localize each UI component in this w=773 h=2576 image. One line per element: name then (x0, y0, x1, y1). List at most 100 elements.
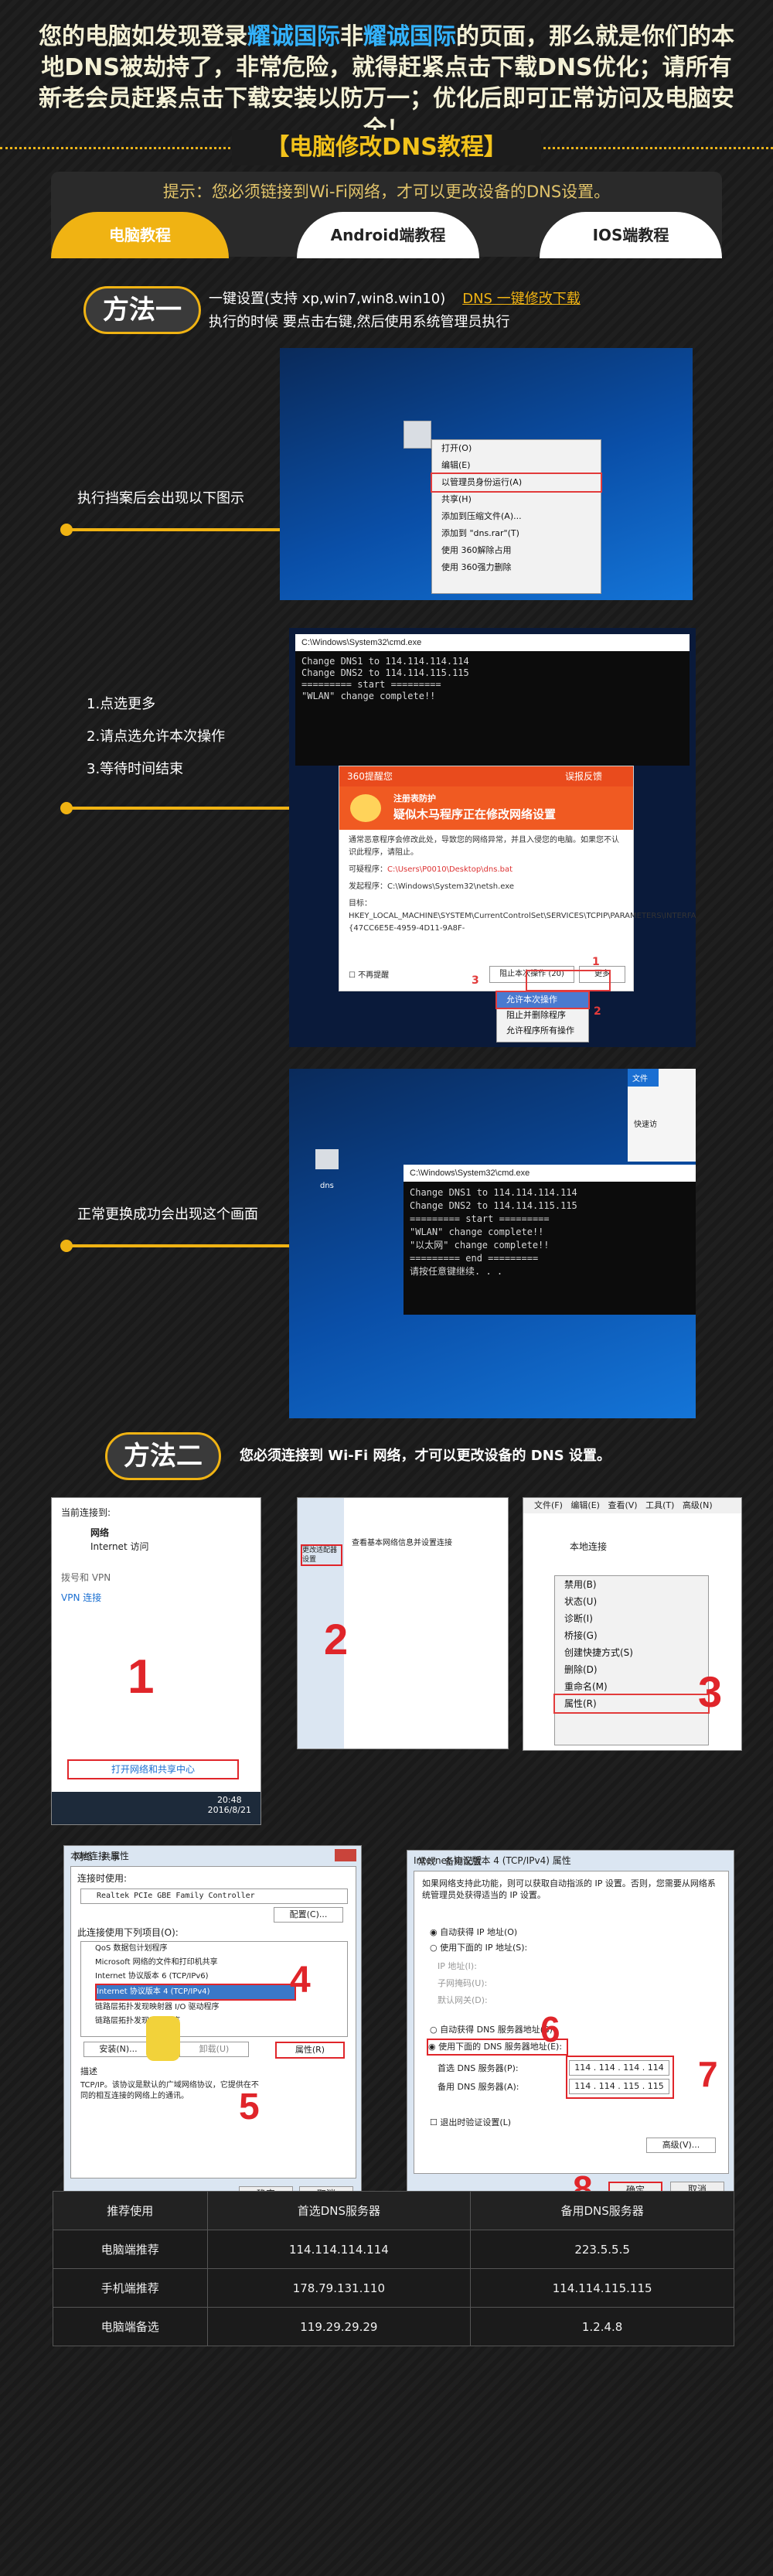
table-cell: 119.29.29.29 (206, 2307, 472, 2346)
menu-share[interactable]: 共享(H) (432, 491, 601, 508)
cmd-line: Change DNS1 to 114.114.114.114 (410, 1187, 577, 1198)
table-header: 备用DNS服务器 (470, 2191, 734, 2230)
mark-2: 2 (594, 1005, 601, 1018)
table-cell: 电脑端推荐 (53, 2230, 208, 2269)
advanced-button[interactable]: 高级(V)... (646, 2138, 716, 2153)
properties-button[interactable]: 属性(R) (275, 2042, 345, 2059)
menu-shortcut[interactable]: 创建快捷方式(S) (555, 1644, 708, 1661)
open-network-center-link[interactable]: 打开网络和共享中心 (67, 1759, 239, 1779)
file-icon (404, 421, 431, 449)
no-remind-checkbox[interactable]: ☐ 不再提醒 (349, 968, 389, 980)
menu-open[interactable]: 打开(O) (432, 440, 601, 457)
step2-label-3: 3.等待时间结束 (87, 761, 184, 777)
close-icon[interactable] (335, 1849, 356, 1861)
table-cell: 223.5.5.5 (470, 2230, 734, 2269)
target-label: 目标： (349, 899, 372, 908)
table-row: 电脑端备选 119.29.29.29 1.2.4.8 (53, 2307, 734, 2346)
menu-delete[interactable]: 删除(D) (555, 1661, 708, 1678)
menu-diagnose[interactable]: 诊断(I) (555, 1610, 708, 1627)
menu-360-delete[interactable]: 使用 360强力删除 (432, 559, 601, 576)
desktop-screenshot-1: 打开(O) 编辑(E) 以管理员身份运行(A) 共享(H) 添加到压缩文件(A)… (280, 348, 693, 600)
menu-edit[interactable]: 编辑(E) (432, 457, 601, 474)
description-label: 描述 (80, 2066, 97, 2076)
step-number: 6 (540, 2009, 560, 2049)
menu-edit[interactable]: 编辑(E) (570, 1500, 600, 1510)
dns-table: 推荐使用 首选DNS服务器 备用DNS服务器 电脑端推荐 114.114.114… (53, 2191, 734, 2346)
intro-text: 如果网络支持此功能，则可以获取自动指派的 IP 设置。否则，您需要从网络系统管理… (422, 1878, 716, 1900)
auto-dns-radio[interactable]: 自动获得 DNS 服务器地址(B) (440, 2025, 553, 2035)
quick-access[interactable]: 快速访 (628, 1087, 696, 1129)
list-item[interactable]: QoS 数据包计划程序 (95, 1942, 347, 1956)
gateway-label: 默认网关(D): (438, 1995, 488, 2005)
list-item[interactable]: 链路层拓扑发现映射器 I/O 驱动程序 (95, 2001, 347, 2015)
menu-rename[interactable]: 重命名(M) (555, 1678, 708, 1695)
tab-alternate[interactable]: 备用配置 (444, 1856, 482, 1867)
tab-android[interactable]: Android端教程 (297, 212, 479, 258)
vpn-item[interactable]: VPN 连接 (61, 1591, 101, 1605)
menu-add-archive[interactable]: 添加到压缩文件(A)... (432, 508, 601, 525)
banner-subtitle: 疑似木马程序正在修改网络设置 (393, 807, 557, 821)
list-item-ipv4[interactable]: Internet 协议版本 4 (TCP/IPv4) (95, 1984, 296, 2001)
cmd-line: Change DNS2 to 114.114.115.115 (410, 1200, 577, 1211)
menu-status[interactable]: 状态(U) (555, 1593, 708, 1610)
report-link[interactable]: 误报反馈 (565, 766, 602, 786)
tab-general[interactable]: 常规 (417, 1856, 436, 1867)
list-item[interactable]: 链路层拓扑发现响应程序 (95, 2015, 347, 2028)
cmd-line: Change DNS1 to 114.114.114.114 (301, 656, 469, 667)
menu-tools[interactable]: 工具(T) (645, 1500, 674, 1510)
method1-badge: 方法一 (75, 286, 201, 334)
allow-once[interactable]: 允许本次操作 (495, 991, 590, 1009)
menu-bridge[interactable]: 桥接(G) (555, 1627, 708, 1644)
menu-properties[interactable]: 属性(R) (553, 1694, 710, 1714)
menu-file[interactable]: 文件(F) (534, 1500, 563, 1510)
validate-checkbox[interactable]: 退出时验证设置(L) (440, 2117, 511, 2127)
brand-name: 耀诚国际 (247, 23, 340, 50)
desktop-icon-label: dns (320, 1182, 334, 1190)
menu-360-unlock[interactable]: 使用 360解除占用 (432, 542, 601, 559)
tab-ios[interactable]: IOS端教程 (540, 212, 722, 258)
manual-ip-radio[interactable]: 使用下面的 IP 地址(S): (440, 1943, 527, 1953)
block-delete[interactable]: 阻止并删除程序 (497, 1008, 588, 1023)
menu-advanced[interactable]: 高级(N) (683, 1500, 713, 1510)
network-access: Internet 访问 (90, 1541, 149, 1552)
adapter-context-menu: 禁用(B) 状态(U) 诊断(I) 桥接(G) 创建快捷方式(S) 删除(D) … (553, 1575, 710, 1745)
table-cell: 178.79.131.110 (206, 2268, 472, 2308)
description-text: TCP/IP。该协议是默认的广域网络协议，它提供在不同的相互连接的网络上的通讯。 (80, 2081, 259, 2100)
clock-date: 2016/8/21 (207, 1805, 251, 1815)
program-label: 可疑程序： (349, 865, 387, 874)
dialog-body: 通常恶意程序会修改此处，导致您的网络异常，并且入侵您的电脑。如果您不认识此程序，… (339, 830, 696, 940)
tab-pc[interactable]: 电脑教程 (51, 212, 229, 258)
configure-button[interactable]: 配置(C)... (274, 1907, 343, 1923)
cmd-line: ========= start ========= (410, 1213, 550, 1224)
items-label: 此连接使用下列项目(O): (77, 1927, 179, 1938)
menu-view[interactable]: 查看(V) (608, 1500, 637, 1510)
method2-description: 您必须连接到 Wi-Fi 网络，才可以更改设备的 DNS 设置。 (240, 1448, 611, 1464)
brand-name: 耀诚国际 (363, 23, 456, 50)
local-connection-properties: 本地连接 属性 网络 共享 连接时使用: Realtek PCIe GBE Fa… (63, 1845, 362, 2206)
highlight-box (526, 970, 611, 991)
explorer-tab[interactable]: 文件 (628, 1069, 659, 1087)
install-button[interactable]: 安装(N)... (83, 2042, 153, 2057)
tab-network[interactable]: 网络 (74, 1851, 93, 1862)
change-adapter-link[interactable]: 更改适配器设置 (301, 1544, 342, 1566)
desktop-screenshot-2: dns 文件 快速访 C:\Windows\System32\cmd.exe C… (289, 1069, 696, 1418)
step-number: 2 (324, 1615, 349, 1663)
cmd-title: C:\Windows\System32\cmd.exe (404, 1165, 696, 1182)
dns-download-link[interactable]: DNS 一键修改下载 (462, 291, 580, 307)
screenshot-360-dialog: C:\Windows\System32\cmd.exe Change DNS1 … (289, 628, 696, 1047)
tab-share[interactable]: 共享 (101, 1851, 120, 1862)
table-header: 推荐使用 (53, 2191, 208, 2230)
step-number: 3 (698, 1667, 723, 1716)
step1-label: 执行挡案后会出现以下图示 (77, 490, 244, 507)
menu-add-rar[interactable]: 添加到 "dns.rar"(T) (432, 525, 601, 542)
cmd-line: 请按任意键继续. . . (410, 1266, 503, 1277)
method1-line1: 一键设置(支持 xp,win7,win8.win10) (209, 291, 446, 307)
allow-all[interactable]: 允许程序所有操作 (497, 1023, 588, 1039)
uninstall-button[interactable]: 卸载(U) (179, 2042, 249, 2057)
program-path: C:\Users\P0010\Desktop\dns.bat (387, 865, 513, 874)
table-cell: 手机端推荐 (53, 2268, 208, 2308)
menu-disable[interactable]: 禁用(B) (555, 1576, 708, 1593)
menu-run-as-admin[interactable]: 以管理员身份运行(A) (431, 473, 602, 493)
cmd-line: "以太网" change complete!! (410, 1240, 550, 1250)
auto-ip-radio[interactable]: 自动获得 IP 地址(O) (440, 1927, 517, 1937)
